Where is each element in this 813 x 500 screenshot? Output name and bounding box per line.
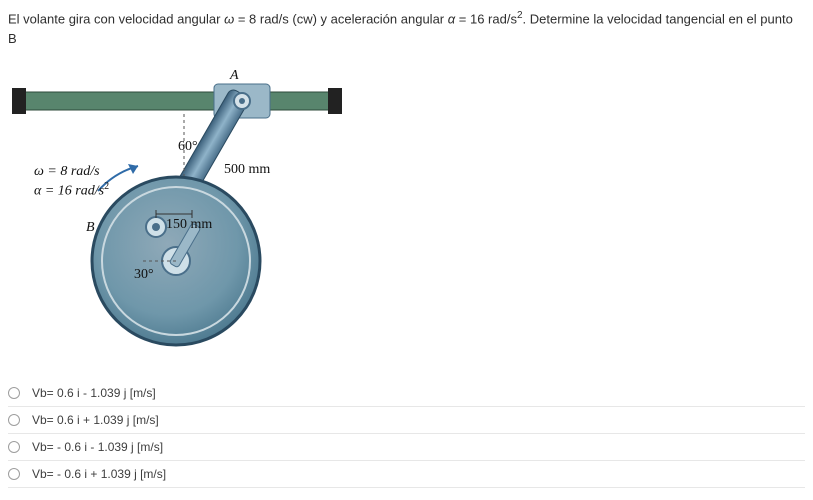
q-mid1: = 8 rad/s (cw) y aceleración angular [234, 11, 448, 26]
answer-list: Vb= 0.6 i - 1.039 j [m/s] Vb= 0.6 i + 1.… [8, 380, 805, 488]
answer-option[interactable]: Vb= 0.6 i + 1.039 j [m/s] [8, 407, 805, 434]
figure: A 60° 500 mm 150 mm 30° B ω = 8 rad/s α … [8, 66, 348, 356]
answer-option[interactable]: Vb= - 0.6 i + 1.039 j [m/s] [8, 461, 805, 488]
answer-label: Vb= - 0.6 i + 1.039 j [m/s] [32, 467, 166, 481]
figure-svg [8, 66, 348, 356]
label-b: B [86, 220, 95, 236]
radio-icon[interactable] [8, 387, 20, 399]
label-alpha: α = 16 rad/s [34, 184, 104, 199]
answer-option[interactable]: Vb= 0.6 i - 1.039 j [m/s] [8, 380, 805, 407]
answer-label: Vb= 0.6 i - 1.039 j [m/s] [32, 386, 156, 400]
answer-label: Vb= 0.6 i + 1.039 j [m/s] [32, 413, 159, 427]
label-omega: ω = 8 rad/s [34, 164, 100, 179]
q-omega: ω [224, 11, 234, 26]
label-angle60: 60° [178, 139, 198, 155]
answer-option[interactable]: Vb= - 0.6 i - 1.039 j [m/s] [8, 434, 805, 461]
radio-icon[interactable] [8, 414, 20, 426]
label-a: A [230, 68, 239, 84]
answer-label: Vb= - 0.6 i - 1.039 j [m/s] [32, 440, 163, 454]
radio-icon[interactable] [8, 441, 20, 453]
label-dim150: 150 mm [166, 217, 212, 233]
question-text: El volante gira con velocidad angular ω … [8, 8, 805, 48]
label-dim500: 500 mm [224, 162, 270, 178]
q-mid2: = 16 rad/s [455, 11, 517, 26]
radio-icon[interactable] [8, 468, 20, 480]
q-prefix: El volante gira con velocidad angular [8, 11, 224, 26]
label-alpha-exp: 2 [104, 181, 109, 192]
label-angle30: 30° [134, 267, 154, 283]
